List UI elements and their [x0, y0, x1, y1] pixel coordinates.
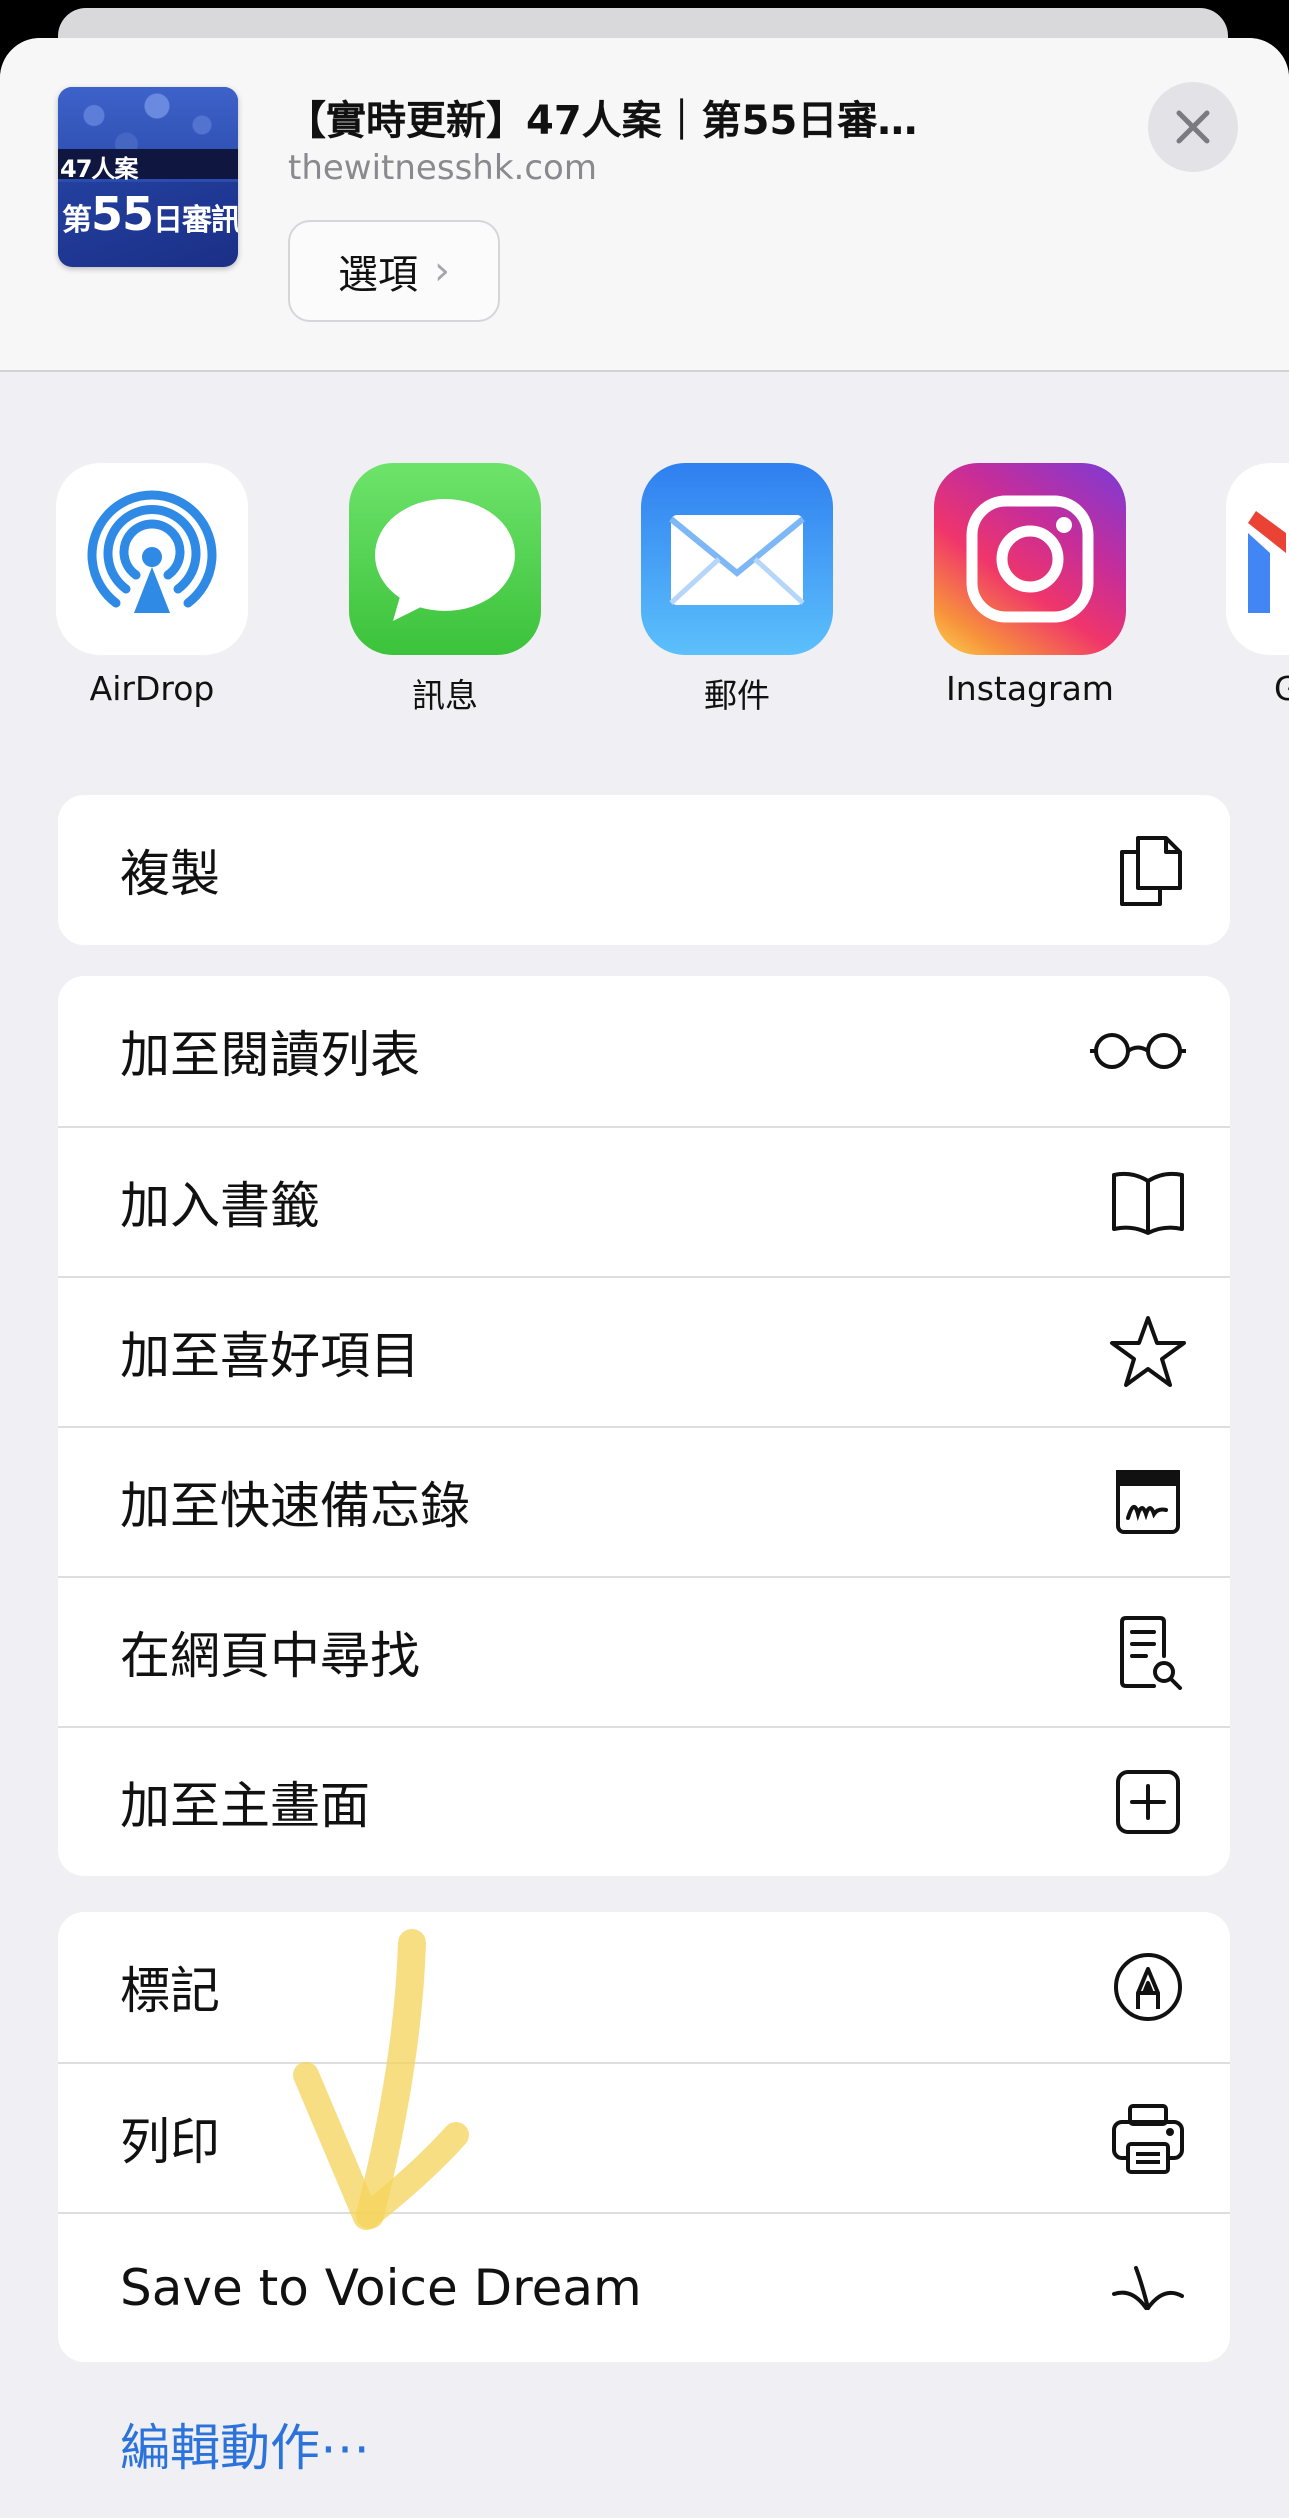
action-label: 加至主畫面 [120, 1777, 370, 1835]
app-airdrop[interactable]: AirDrop [56, 463, 248, 708]
app-instagram[interactable]: Instagram [934, 463, 1126, 708]
app-gmail[interactable]: G [1226, 463, 1289, 708]
action-group-copy: 複製 [58, 795, 1230, 945]
mail-icon [641, 463, 833, 655]
printer-icon [1108, 2098, 1188, 2178]
app-label: Instagram [946, 669, 1114, 708]
action-label: 在網頁中尋找 [120, 1627, 420, 1685]
action-save-voice-dream[interactable]: Save to Voice Dream [58, 2212, 1230, 2362]
action-copy[interactable]: 複製 [58, 795, 1230, 945]
app-label: 訊息 [412, 676, 478, 715]
close-icon [1176, 110, 1210, 144]
messages-icon [349, 463, 541, 655]
action-add-reading-list[interactable]: 加至閱讀列表 [58, 976, 1230, 1126]
options-button[interactable]: 選項 › [288, 220, 500, 322]
star-icon [1108, 1312, 1188, 1392]
action-label: 加至快速備忘錄 [120, 1477, 470, 1535]
app-label: AirDrop [89, 669, 215, 708]
quick-note-icon [1108, 1462, 1188, 1542]
action-add-bookmark[interactable]: 加入書籤 [58, 1126, 1230, 1276]
action-label: 加入書籤 [120, 1177, 320, 1235]
app-label: G [1274, 669, 1289, 708]
thumbnail-caption-line1: 47人案 [60, 155, 138, 183]
edit-actions-link[interactable]: 編輯動作⋯ [120, 2408, 370, 2480]
action-add-quick-note[interactable]: 加至快速備忘錄 [58, 1426, 1230, 1576]
action-group-safari: 加至閱讀列表 加入書籤 加至喜好項目 加至快速備忘錄 在網頁中尋找 加至主畫面 [58, 976, 1230, 1876]
page-thumbnail: 47人案 第55日審訊 [58, 87, 238, 267]
add-square-icon [1108, 1762, 1188, 1842]
voice-dream-icon [1108, 2248, 1188, 2328]
glasses-icon [1088, 1011, 1188, 1091]
copy-icon [1108, 830, 1188, 910]
action-print[interactable]: 列印 [58, 2062, 1230, 2212]
action-label: 加至喜好項目 [120, 1327, 420, 1385]
action-label: 複製 [120, 845, 220, 903]
action-label: Save to Voice Dream [120, 2259, 642, 2317]
page-domain: thewitnesshk.com [288, 148, 597, 188]
action-markup[interactable]: 標記 [58, 1912, 1230, 2062]
page-title: 【實時更新】47人案｜第55日審… [286, 98, 918, 144]
instagram-icon [934, 463, 1126, 655]
chevron-right-icon: › [434, 248, 450, 294]
book-icon [1108, 1162, 1188, 1242]
app-label: 郵件 [704, 676, 770, 715]
markup-icon [1108, 1947, 1188, 2027]
app-messages[interactable]: 訊息 [349, 463, 541, 717]
find-on-page-icon [1108, 1612, 1188, 1692]
action-label: 標記 [120, 1962, 220, 2020]
options-label: 選項 [338, 252, 418, 298]
action-group-other: 標記 列印 Save to Voice Dream [58, 1912, 1230, 2362]
share-sheet-header: 47人案 第55日審訊 【實時更新】47人案｜第55日審… thewitness… [0, 38, 1289, 372]
action-add-favorites[interactable]: 加至喜好項目 [58, 1276, 1230, 1426]
gmail-icon [1226, 463, 1289, 655]
thumbnail-caption-line2: 第55日審訊 [62, 187, 238, 241]
app-share-row: AirDrop 訊息 郵件 Instagram G [0, 463, 1289, 763]
app-mail[interactable]: 郵件 [641, 463, 833, 717]
action-label: 列印 [120, 2113, 220, 2171]
action-add-home-screen[interactable]: 加至主畫面 [58, 1726, 1230, 1876]
close-button[interactable] [1148, 82, 1238, 172]
action-find-on-page[interactable]: 在網頁中尋找 [58, 1576, 1230, 1726]
share-sheet: 47人案 第55日審訊 【實時更新】47人案｜第55日審… thewitness… [0, 38, 1289, 2518]
airdrop-icon [56, 463, 248, 655]
action-label: 加至閱讀列表 [120, 1026, 420, 1084]
